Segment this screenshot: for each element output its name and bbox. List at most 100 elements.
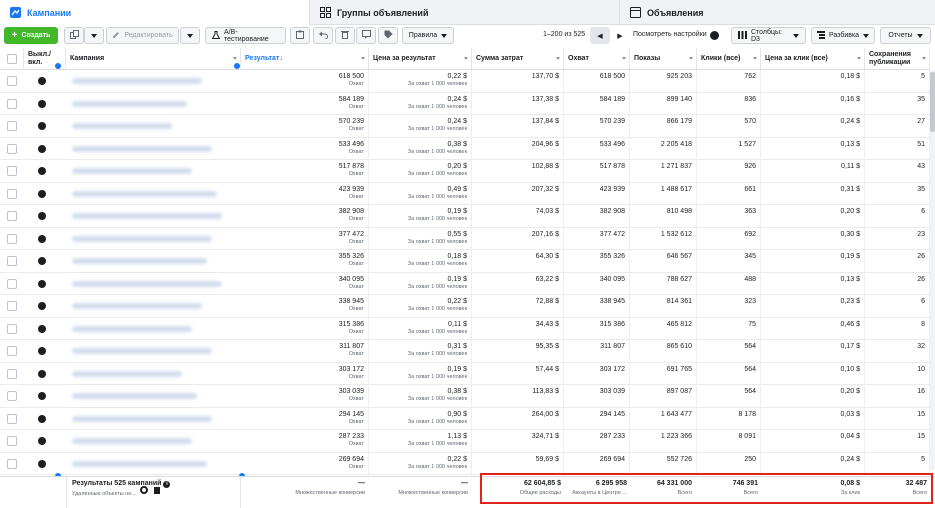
header-campaign[interactable]: Кампания — [66, 48, 241, 70]
table-row[interactable]: 570 239 Охват 0,24 $ За охват 1 000 человек… — [0, 115, 930, 138]
header-impressions[interactable]: Показы — [630, 48, 697, 70]
campaign-toggle[interactable] — [38, 144, 46, 153]
campaign-name-redacted[interactable] — [72, 235, 212, 242]
ab-test-button[interactable]: A/B-тестирование — [205, 27, 286, 44]
campaign-name-redacted[interactable] — [72, 213, 222, 219]
undo-button[interactable] — [313, 27, 333, 44]
campaign-toggle[interactable] — [38, 414, 46, 423]
column-resize-handle[interactable] — [55, 63, 61, 69]
table-row[interactable]: 315 386 Охват 0,11 $ За охват 1 000 человек… — [0, 317, 930, 340]
view-settings-toggle[interactable] — [710, 31, 719, 40]
select-all-checkbox[interactable] — [7, 54, 17, 64]
delete-button[interactable] — [335, 27, 355, 44]
header-clicks[interactable]: Клики (все) — [697, 48, 761, 70]
rules-button[interactable]: Правила — [402, 27, 454, 44]
campaign-toggle[interactable] — [38, 257, 46, 265]
table-row[interactable]: 287 233 Охват 1,13 $ За охват 1 000 человек… — [0, 430, 930, 453]
next-page-button[interactable]: ▶ — [610, 27, 630, 44]
edit-button[interactable]: Редактировать — [106, 27, 179, 44]
campaign-name-redacted[interactable] — [72, 415, 212, 422]
campaign-toggle[interactable] — [38, 99, 46, 108]
duplicate-dropdown-button[interactable] — [84, 27, 104, 44]
row-checkbox[interactable] — [7, 301, 17, 311]
row-checkbox[interactable] — [7, 346, 17, 356]
row-checkbox[interactable] — [7, 278, 17, 289]
row-checkbox[interactable] — [7, 391, 17, 401]
campaign-name-redacted[interactable] — [72, 348, 212, 354]
campaign-toggle[interactable] — [38, 347, 46, 355]
campaign-toggle[interactable] — [38, 189, 46, 198]
header-select-all[interactable] — [0, 48, 24, 70]
reports-button[interactable]: Отчеты — [880, 27, 931, 44]
row-checkbox[interactable] — [7, 256, 17, 266]
header-cpc[interactable]: Цена за клик (все) — [761, 48, 865, 70]
campaign-name-redacted[interactable] — [72, 303, 202, 309]
table-row[interactable]: 423 939 Охват 0,49 $ За охват 1 000 человек… — [0, 182, 930, 205]
campaign-name-redacted[interactable] — [72, 145, 212, 152]
campaign-name-redacted[interactable] — [72, 100, 187, 107]
campaign-name-redacted[interactable] — [72, 438, 192, 444]
campaign-name-redacted[interactable] — [72, 123, 172, 129]
preview-button[interactable] — [356, 27, 376, 44]
table-row[interactable]: 311 807 Охват 0,31 $ За охват 1 000 человек… — [0, 340, 930, 363]
row-checkbox[interactable] — [7, 121, 17, 131]
header-reach[interactable]: Охват — [564, 48, 630, 70]
tag-button[interactable] — [378, 27, 398, 44]
table-row[interactable]: 303 039 Охват 0,38 $ За охват 1 000 человек… — [0, 385, 930, 408]
table-row[interactable]: 533 496 Охват 0,38 $ За охват 1 000 человек… — [0, 137, 930, 160]
campaign-toggle[interactable] — [38, 369, 46, 378]
row-checkbox[interactable] — [7, 143, 17, 154]
table-row[interactable]: 338 945 Охват 0,22 $ За охват 1 000 человек… — [0, 295, 930, 318]
row-checkbox[interactable] — [7, 323, 17, 334]
campaign-toggle[interactable] — [38, 437, 46, 445]
campaign-name-redacted[interactable] — [72, 190, 217, 197]
campaign-toggle[interactable] — [38, 324, 46, 333]
table-row[interactable]: 303 172 Охват 0,19 $ За охват 1 000 человек… — [0, 362, 930, 385]
table-row[interactable]: 584 189 Охват 0,24 $ За охват 1 000 человек… — [0, 92, 930, 115]
campaign-name-redacted[interactable] — [72, 78, 202, 84]
header-spend[interactable]: Сумма затрат — [472, 48, 564, 70]
campaign-toggle[interactable] — [38, 234, 46, 243]
header-result[interactable]: Результат↓ — [241, 48, 369, 70]
info-icon[interactable]: i — [163, 481, 171, 488]
tab-ads[interactable]: Объявления — [620, 0, 935, 25]
row-checkbox[interactable] — [7, 368, 17, 379]
row-checkbox[interactable] — [7, 166, 17, 176]
row-checkbox[interactable] — [7, 76, 17, 86]
column-resize-handle[interactable] — [234, 63, 240, 69]
campaign-toggle[interactable] — [38, 77, 46, 85]
row-checkbox[interactable] — [7, 233, 17, 244]
campaign-toggle[interactable] — [38, 392, 46, 400]
prev-page-button[interactable]: ◀ — [590, 27, 610, 44]
duplicate-button[interactable] — [64, 27, 84, 44]
table-row[interactable]: 340 095 Охват 0,19 $ За охват 1 000 человек… — [0, 272, 930, 295]
trash-icon[interactable] — [154, 487, 160, 494]
table-row[interactable]: 355 326 Охват 0,18 $ За охват 1 000 человек… — [0, 250, 930, 273]
campaign-toggle[interactable] — [38, 302, 46, 310]
scrollbar-thumb[interactable] — [930, 72, 935, 132]
row-checkbox[interactable] — [7, 188, 17, 199]
campaign-toggle[interactable] — [38, 279, 46, 288]
row-checkbox[interactable] — [7, 413, 17, 424]
table-row[interactable]: 618 500 Охват 0,22 $ За охват 1 000 человек… — [0, 70, 930, 93]
campaign-name-redacted[interactable] — [72, 460, 207, 467]
campaign-name-redacted[interactable] — [72, 370, 182, 377]
row-checkbox[interactable] — [7, 98, 17, 109]
campaign-toggle[interactable] — [38, 459, 46, 468]
row-checkbox[interactable] — [7, 436, 17, 446]
campaign-name-redacted[interactable] — [72, 168, 192, 174]
edit-dropdown-button[interactable] — [180, 27, 200, 44]
campaign-name-redacted[interactable] — [72, 280, 222, 287]
breakdown-button[interactable]: Разбивка — [811, 27, 875, 44]
table-row[interactable]: 517 878 Охват 0,20 $ За охват 1 000 человек… — [0, 160, 930, 183]
campaign-toggle[interactable] — [38, 212, 46, 220]
table-row[interactable]: 294 145 Охват 0,90 $ За охват 1 000 человек… — [0, 407, 930, 430]
campaign-name-redacted[interactable] — [72, 258, 207, 264]
campaign-name-redacted[interactable] — [72, 393, 197, 399]
tab-campaigns[interactable]: Кампании — [0, 0, 310, 25]
header-cpr[interactable]: Цена за результат — [369, 48, 472, 70]
tab-adsets[interactable]: Группы объявлений — [310, 0, 620, 25]
row-checkbox[interactable] — [7, 211, 17, 221]
campaign-toggle[interactable] — [38, 167, 46, 175]
table-row[interactable]: 377 472 Охват 0,55 $ За охват 1 000 человек… — [0, 227, 930, 250]
